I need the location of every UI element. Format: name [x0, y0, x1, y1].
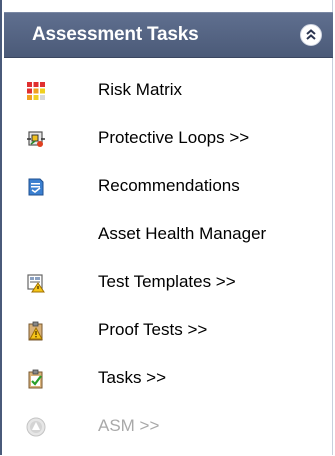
task-item-asset-health-manager[interactable]: Asset Health Manager [4, 215, 333, 255]
double-chevron-up-icon [306, 29, 316, 40]
task-item-test-templates[interactable]: Test Templates >> [4, 263, 333, 303]
task-item-protective-loops[interactable]: Protective Loops >> [4, 119, 333, 159]
task-item-label: Protective Loops >> [98, 128, 250, 147]
task-item-label: Risk Matrix [98, 80, 183, 99]
task-item-proof-tests[interactable]: Proof Tests >> [4, 311, 333, 351]
task-item-recommendations[interactable]: Recommendations [4, 167, 333, 207]
task-item-label: Asset Health Manager [98, 224, 267, 243]
task-item-label: Tasks >> [98, 368, 167, 387]
assessment-tasks-panel: Assessment Tasks Risk Matrix Protective … [0, 0, 333, 455]
recommendation-doc-icon [28, 178, 44, 196]
task-item-label: Proof Tests >> [98, 320, 208, 339]
loop-diagram-icon [27, 131, 45, 147]
task-item-label: ASM >> [98, 416, 160, 435]
task-item-asm: ASM >> [4, 407, 333, 447]
grid-matrix-icon [27, 82, 45, 100]
task-item-label: Test Templates >> [98, 272, 236, 291]
clipboard-check-icon [28, 369, 43, 389]
task-item-tasks[interactable]: Tasks >> [4, 359, 333, 399]
template-warning-icon [27, 274, 45, 293]
clipboard-warning-icon [28, 321, 43, 341]
panel-title: Assessment Tasks [32, 24, 199, 45]
task-item-risk-matrix[interactable]: Risk Matrix [4, 71, 333, 111]
collapse-button[interactable] [300, 24, 322, 46]
asm-circle-icon [26, 417, 46, 437]
task-item-label: Recommendations [98, 176, 240, 195]
panel-header[interactable]: Assessment Tasks [4, 12, 333, 58]
